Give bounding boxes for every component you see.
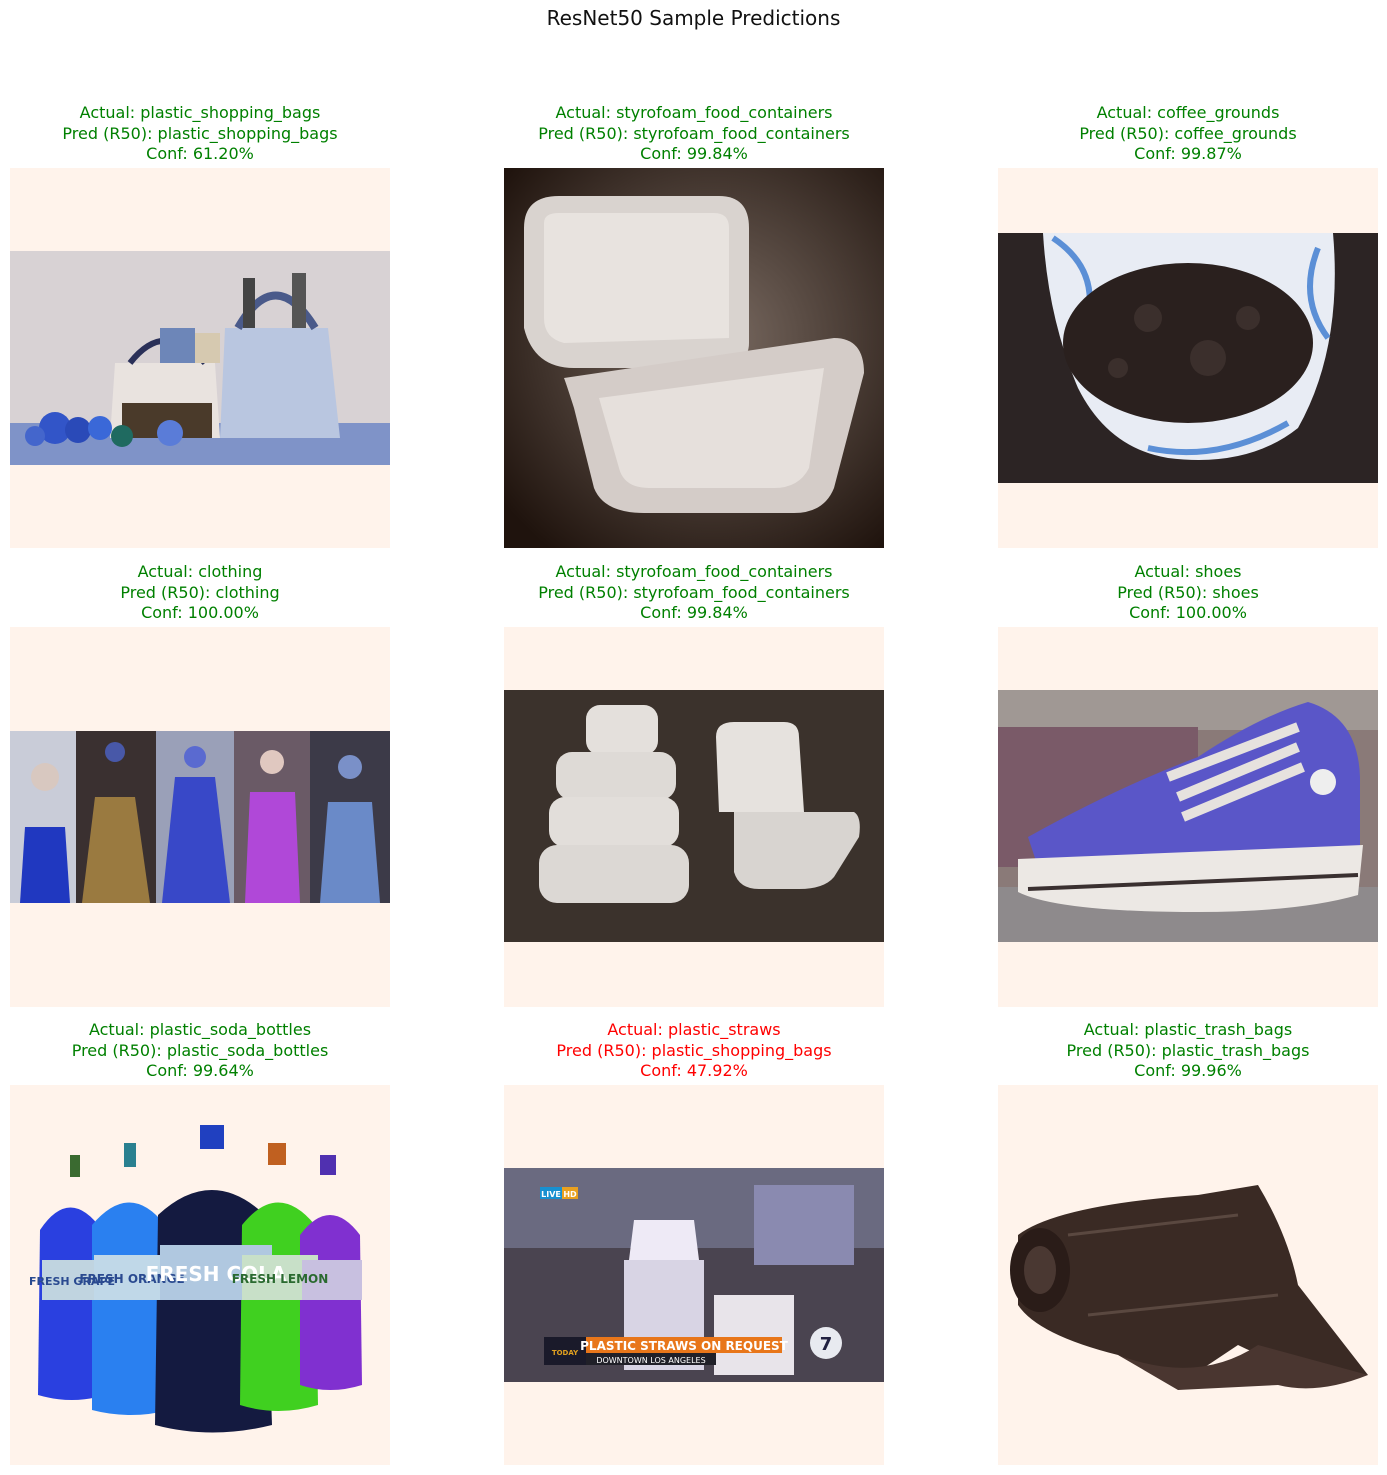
- panel-title: Actual: clothing Pred (R50): clothing Co…: [0, 562, 450, 624]
- pred-label: Pred (R50): styrofoam_food_containers: [538, 123, 850, 143]
- sample-image-coffee-grounds: [998, 168, 1378, 548]
- actual-label: Actual: plastic_trash_bags: [1083, 1020, 1293, 1039]
- pred-label: Pred (R50): plastic_trash_bags: [1066, 1040, 1310, 1060]
- live-badge: LIVE: [541, 1190, 561, 1199]
- sample-image-clothing: [10, 627, 390, 1007]
- pred-label: Pred (R50): plastic_shopping_bags: [62, 123, 338, 143]
- actual-label: Actual: shoes: [1134, 562, 1242, 581]
- bottle-label-4: FRESH LEMON: [232, 1272, 329, 1286]
- figure-title: ResNet50 Sample Predictions: [546, 6, 841, 30]
- actual-label: Actual: clothing: [137, 562, 263, 581]
- pred-label: Pred (R50): clothing: [120, 582, 280, 602]
- pred-label: Pred (R50): coffee_grounds: [1079, 123, 1297, 143]
- news-banner: PLASTIC STRAWS ON REQUEST: [580, 1339, 789, 1353]
- channel-logo: 7: [820, 1334, 833, 1355]
- panel-title: Actual: plastic_soda_bottles Pred (R50):…: [0, 1020, 450, 1082]
- sample-image-foam-clamshell: [504, 168, 884, 548]
- panel-title: Actual: shoes Pred (R50): shoes Conf: 10…: [938, 562, 1387, 624]
- eyewitness-tag: TODAY: [552, 1349, 579, 1357]
- news-location: DOWNTOWN LOS ANGELES: [596, 1356, 705, 1365]
- conf-label: Conf: 99.84%: [640, 144, 748, 163]
- panel-title: Actual: styrofoam_food_containers Pred (…: [444, 562, 944, 624]
- pred-label: Pred (R50): plastic_shopping_bags: [556, 1040, 832, 1060]
- actual-label: Actual: styrofoam_food_containers: [555, 562, 833, 581]
- sample-image-stacked-foam-containers: [504, 627, 884, 1007]
- actual-label: Actual: plastic_soda_bottles: [88, 1020, 312, 1039]
- sample-image-giant-sneaker: [998, 627, 1378, 1007]
- sample-image-shopping-bags: [10, 168, 390, 548]
- conf-label: Conf: 61.20%: [146, 144, 254, 163]
- panel-title: Actual: plastic_trash_bags Pred (R50): p…: [938, 1020, 1387, 1082]
- actual-label: Actual: plastic_shopping_bags: [79, 103, 321, 122]
- panel-title: Actual: styrofoam_food_containers Pred (…: [444, 103, 944, 165]
- sample-image-soda-bottles: FRESH GRAPE FRESH ORANGE FRESH COLA FRES…: [10, 1085, 390, 1465]
- actual-label: Actual: styrofoam_food_containers: [555, 103, 833, 122]
- sample-image-trash-bag-roll: [998, 1085, 1378, 1465]
- conf-label: Conf: 100.00%: [1129, 603, 1247, 622]
- conf-label: Conf: 99.87%: [1134, 144, 1242, 163]
- pred-label: Pred (R50): styrofoam_food_containers: [538, 582, 850, 602]
- conf-label: Conf: 99.96%: [1134, 1061, 1242, 1080]
- conf-label: Conf: 99.84%: [640, 603, 748, 622]
- actual-label: Actual: coffee_grounds: [1096, 103, 1280, 122]
- hd-badge: HD: [563, 1190, 577, 1199]
- actual-label: Actual: plastic_straws: [607, 1020, 781, 1039]
- conf-label: Conf: 99.64%: [146, 1061, 254, 1080]
- panel-title: Actual: coffee_grounds Pred (R50): coffe…: [938, 103, 1387, 165]
- sample-image-straws-broadcast: LIVE HD TODAY PLASTIC STRAWS ON REQUEST …: [504, 1085, 884, 1465]
- pred-label: Pred (R50): shoes: [1117, 582, 1259, 602]
- conf-label: Conf: 47.92%: [640, 1061, 748, 1080]
- panel-title: Actual: plastic_straws Pred (R50): plast…: [444, 1020, 944, 1082]
- conf-label: Conf: 100.00%: [141, 603, 259, 622]
- pred-label: Pred (R50): plastic_soda_bottles: [71, 1040, 329, 1060]
- panel-title: Actual: plastic_shopping_bags Pred (R50)…: [0, 103, 450, 165]
